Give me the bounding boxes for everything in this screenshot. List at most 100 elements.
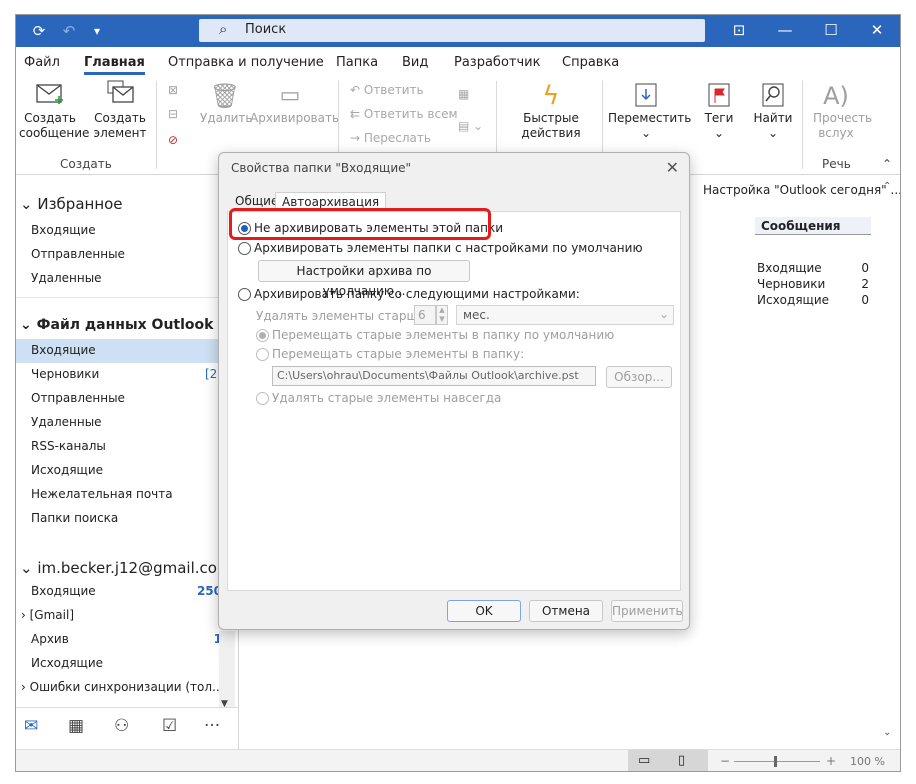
zoom-level[interactable]: 100 % <box>850 755 885 768</box>
autoarchive-panel: Не архивировать элементы этой папки Архи… <box>227 211 681 591</box>
move-button[interactable]: Переместить ⌄ <box>608 81 692 141</box>
new-item-button[interactable]: Создать элемент <box>90 79 150 141</box>
custom-archive-label[interactable]: Архивировать папку со следующими настрой… <box>254 287 580 301</box>
period-select[interactable]: мес. ⌄ <box>456 305 674 325</box>
nav-item-deleted[interactable]: Удаленные <box>31 415 102 429</box>
collapse-ribbon-icon[interactable]: ⌃ <box>882 157 892 171</box>
nav-item-fav-inbox[interactable]: Входящие <box>31 223 96 237</box>
more-apps-icon[interactable]: ··· <box>204 716 220 736</box>
people-icon[interactable]: ⚇ <box>114 716 129 736</box>
nav-item-inbox[interactable]: Входящие <box>31 343 96 357</box>
reply-all-icon: ⇇ <box>350 107 364 121</box>
tasks-icon[interactable]: ☑ <box>162 716 177 736</box>
reply-all-label: Ответить всем <box>363 107 458 121</box>
radio-move-to[interactable] <box>256 348 269 361</box>
cancel-button[interactable]: Отмена <box>529 600 603 622</box>
ribbon-display-icon[interactable]: ⊡ <box>716 15 762 47</box>
calendar-icon[interactable]: ▦ <box>68 716 84 736</box>
quick-access-dropdown-icon[interactable]: ▾ <box>86 20 108 42</box>
cleanup-icon[interactable]: ⊟ <box>168 107 178 121</box>
read-aloud-label: Прочесть вслух <box>813 111 873 140</box>
more-respond-icon[interactable]: ▤ ⌄ <box>458 119 483 133</box>
tags-button[interactable]: Теги ⌄ <box>696 81 742 141</box>
messages-title: Сообщения <box>761 219 841 233</box>
messages-row[interactable]: Исходящие 0 <box>757 293 871 307</box>
radio-delete-forever[interactable] <box>256 392 269 405</box>
tab-file[interactable]: Файл <box>24 55 60 70</box>
minimize-button[interactable]: — <box>762 15 808 47</box>
new-message-button[interactable]: Создать сообщение <box>19 79 89 141</box>
delete-button[interactable]: 🗑 Удалить <box>200 81 253 126</box>
nav-item-sync-errors[interactable]: › Ошибки синхронизации (тол... <box>21 680 224 694</box>
sync-icon[interactable]: ⟳ <box>28 20 50 42</box>
browse-button[interactable]: Обзор... <box>606 366 672 388</box>
normal-view-icon[interactable]: ▭ <box>638 753 650 768</box>
reading-scrollbar[interactable]: ⌃ ⌄ <box>883 179 897 739</box>
folder-pane: ⌄ Избранное Входящие Отправленные Удален… <box>16 175 238 715</box>
tab-view[interactable]: Вид <box>402 55 428 70</box>
archive-path-input[interactable]: C:\Users\ohrau\Documents\Файлы Outlook\a… <box>272 366 596 386</box>
nav-item-drafts[interactable]: Черновики <box>31 367 99 381</box>
zoom-out-icon[interactable]: − <box>720 754 730 768</box>
zoom-in-icon[interactable]: + <box>826 754 836 768</box>
nav-item-acc-outbox[interactable]: Исходящие <box>31 656 103 670</box>
zoom-slider-thumb[interactable] <box>774 756 777 767</box>
reply-all-button[interactable]: ⇇ Ответить всем <box>350 107 458 121</box>
tab-send-receive[interactable]: Отправка и получение <box>168 55 324 70</box>
nav-item-acc-inbox[interactable]: Входящие <box>31 584 96 598</box>
maximize-button[interactable]: ☐ <box>808 15 854 47</box>
older-than-value: 6 <box>418 308 426 322</box>
move-label: Переместить <box>608 111 692 125</box>
quick-steps-button[interactable]: ϟ Быстрые действия <box>516 81 586 141</box>
nav-item-search-folders[interactable]: Папки поиска <box>31 511 118 525</box>
reply-button[interactable]: ↶ Ответить <box>350 83 424 97</box>
radio-move-default[interactable] <box>256 329 269 342</box>
zoom-slider[interactable] <box>734 761 820 762</box>
nav-item-fav-sent[interactable]: Отправленные <box>31 247 125 261</box>
junk-icon[interactable]: ⊘ <box>168 133 178 147</box>
tab-home[interactable]: Главная <box>84 55 145 75</box>
nav-item-outbox[interactable]: Исходящие <box>31 463 103 477</box>
apply-button[interactable]: Применить <box>611 600 683 622</box>
default-archive-label[interactable]: Архивировать элементы папки с настройкам… <box>254 241 643 255</box>
close-window-button[interactable]: ✕ <box>854 15 900 47</box>
mail-icon[interactable]: ✉ <box>24 716 38 736</box>
nav-item-sent[interactable]: Отправленные <box>31 391 125 405</box>
messages-row[interactable]: Черновики 2 <box>757 277 871 291</box>
scroll-up-icon[interactable]: ⌃ <box>883 181 891 192</box>
undo-icon[interactable]: ↶ <box>58 20 80 42</box>
archive-button[interactable]: ▭ Архивировать <box>250 81 339 126</box>
ignore-icon[interactable]: ⊠ <box>168 83 178 97</box>
meeting-icon[interactable]: ▦ <box>458 87 469 101</box>
tab-help[interactable]: Справка <box>562 55 619 70</box>
reading-view-icon[interactable]: ▯ <box>678 753 685 768</box>
radio-custom-archive[interactable] <box>238 288 251 301</box>
search-box[interactable]: ⌕ Поиск <box>199 19 705 42</box>
read-aloud-button[interactable]: A) Прочесть вслух <box>806 81 873 141</box>
default-archive-settings-button[interactable]: Настройки архива по умолчанию... <box>258 260 470 298</box>
tab-developer[interactable]: Разработчик <box>454 55 540 70</box>
messages-row[interactable]: Входящие 0 <box>757 261 871 275</box>
move-to-label[interactable]: Перемещать старые элементы в папку: <box>272 347 524 361</box>
older-than-input[interactable]: 6 <box>414 305 436 325</box>
older-than-spinner[interactable]: ▲ ▼ <box>436 305 448 325</box>
ribbon-separator <box>156 81 157 169</box>
radio-default-archive[interactable] <box>238 242 251 255</box>
tab-folder[interactable]: Папка <box>336 55 378 70</box>
dialog-close-icon[interactable]: ✕ <box>666 158 679 177</box>
delete-forever-label[interactable]: Удалять старые элементы навсегда <box>272 391 501 405</box>
datafile-header[interactable]: ⌄ Файл данных Outlook <box>20 317 213 333</box>
account-header[interactable]: ⌄ im.becker.j12@gmail.com <box>20 559 232 577</box>
nav-item-junk[interactable]: Нежелательная почта <box>31 487 173 501</box>
forward-button[interactable]: → Переслать <box>350 131 431 145</box>
scroll-down-icon[interactable]: ⌄ <box>883 727 891 738</box>
nav-item-archive[interactable]: Архив <box>31 632 69 646</box>
move-default-label[interactable]: Перемещать старые элементы в папку по ум… <box>272 328 614 342</box>
nav-item-rss[interactable]: RSS-каналы <box>31 439 106 453</box>
find-button[interactable]: Найти ⌄ <box>750 81 796 141</box>
outlook-today-header[interactable]: Настройка "Outlook сегодня" ... <box>703 183 900 197</box>
favorites-header[interactable]: ⌄ Избранное <box>20 195 123 213</box>
nav-item-fav-deleted[interactable]: Удаленные <box>31 271 102 285</box>
nav-item-gmail[interactable]: › [Gmail] <box>21 608 74 622</box>
ok-button[interactable]: OK <box>447 600 521 622</box>
